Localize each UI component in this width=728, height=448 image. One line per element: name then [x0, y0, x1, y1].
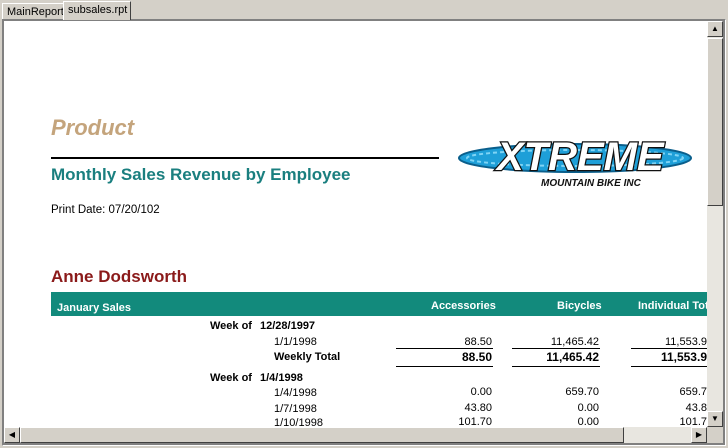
- tab-subsales[interactable]: subsales.rpt: [63, 1, 131, 20]
- week-label: Week of: [210, 372, 252, 384]
- title-divider: [51, 157, 439, 159]
- row-individual: 659.7: [679, 386, 707, 398]
- horizontal-scrollbar[interactable]: ◀ ▶: [4, 427, 707, 443]
- row-date: 1/4/1998: [274, 387, 317, 399]
- total-rule-accessories: [396, 348, 493, 349]
- weekly-total-bicycles: 11,465.42: [546, 350, 599, 364]
- print-date: Print Date: 07/20/102: [51, 204, 160, 216]
- week-date: 12/28/1997: [260, 320, 316, 332]
- vertical-scroll-thumb[interactable]: [707, 38, 723, 206]
- scroll-left-button[interactable]: ◀: [4, 427, 20, 443]
- col-header-accessories: Accessories: [431, 300, 496, 312]
- row-bicycles: 659.70: [565, 386, 599, 398]
- scrollbar-corner: [707, 427, 723, 443]
- report-tab-strip: MainReport subsales.rpt: [0, 0, 728, 20]
- weekly-total-individual: 11,553.9: [660, 350, 707, 364]
- row-accessories: 43.80: [464, 402, 492, 414]
- col-header-bicycles: Bicycles: [557, 300, 602, 312]
- scroll-down-button[interactable]: ▼: [707, 411, 723, 427]
- total-underline-individual: [631, 366, 707, 367]
- total-underline-accessories: [396, 366, 493, 367]
- row-date: 1/7/1998: [274, 403, 317, 415]
- report-page: Product Monthly Sales Revenue by Employe…: [4, 21, 707, 427]
- weekly-total-accessories: 88.50: [461, 350, 492, 364]
- vertical-scrollbar[interactable]: ▲ ▼: [707, 21, 723, 427]
- row-bicycles: 11,465.42: [550, 336, 599, 348]
- logo-sub-text: MOUNTAIN BIKE INC: [541, 178, 642, 189]
- total-rule-individual: [631, 348, 707, 349]
- row-accessories: 0.00: [470, 386, 492, 398]
- row-individual: 11,553.9: [664, 336, 707, 348]
- week-date: 1/4/1998: [260, 372, 303, 384]
- total-underline-bicycles: [512, 366, 600, 367]
- row-individual: 43.8: [685, 402, 707, 414]
- report-title: Product: [51, 115, 135, 140]
- col-header-individual: Individual Tot: [638, 300, 707, 312]
- horizontal-scroll-thumb[interactable]: [20, 427, 624, 443]
- row-accessories: 101.70: [458, 416, 492, 427]
- week-label: Week of: [210, 320, 252, 332]
- employee-name: Anne Dodsworth: [51, 267, 187, 286]
- row-accessories: 88.50: [464, 336, 492, 348]
- scroll-right-button[interactable]: ▶: [691, 427, 707, 443]
- group-header-label: January Sales: [57, 302, 131, 314]
- row-date: 1/10/1998: [274, 417, 323, 427]
- logo-main-text: XTREME: [495, 135, 665, 179]
- table-header-band: January Sales Accessories Bicycles Indiv…: [51, 292, 707, 316]
- xtreme-logo: XTREME MOUNTAIN BIKE INC: [458, 134, 692, 189]
- scroll-up-button[interactable]: ▲: [707, 21, 723, 37]
- row-individual: 101.7: [679, 416, 707, 427]
- total-rule-bicycles: [512, 348, 600, 349]
- row-bicycles: 0.00: [577, 402, 599, 414]
- row-bicycles: 0.00: [577, 416, 599, 427]
- row-date: 1/1/1998: [274, 336, 317, 348]
- tab-main-report[interactable]: MainReport: [2, 3, 64, 19]
- report-subtitle: Monthly Sales Revenue by Employee: [51, 165, 351, 184]
- weekly-total-label: Weekly Total: [274, 351, 341, 363]
